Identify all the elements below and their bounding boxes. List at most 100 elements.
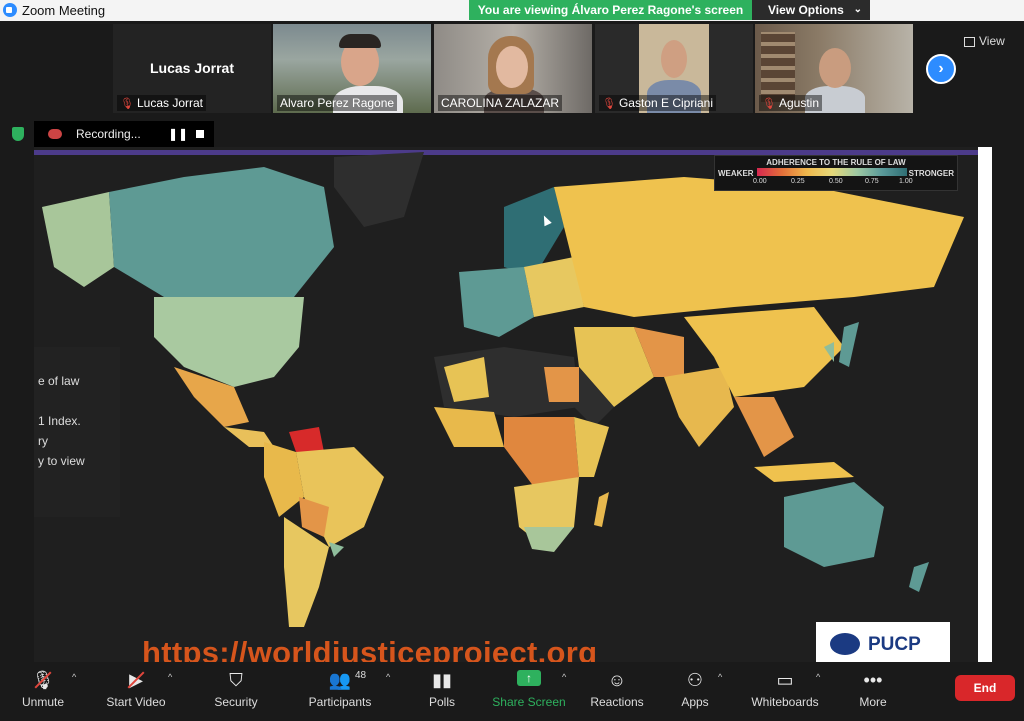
- participant-name-label: Alvaro Perez Ragone: [277, 95, 398, 111]
- map-region: [109, 167, 334, 307]
- start-video-button[interactable]: ▶ Start Video: [100, 662, 172, 721]
- map-region: [754, 462, 854, 482]
- security-button[interactable]: ⛉ Security: [206, 662, 266, 721]
- polls-label: Polls: [428, 695, 455, 709]
- more-button[interactable]: ••• More: [850, 662, 896, 721]
- map-legend: ADHERENCE TO THE RULE OF LAW WEAKER STRO…: [714, 155, 958, 191]
- participant-tile[interactable]: Alvaro Perez Ragone: [273, 24, 431, 113]
- emoji-smile-icon: ☺: [607, 670, 627, 690]
- share-screen-button[interactable]: ↑ Share Screen: [490, 662, 568, 721]
- participant-tile[interactable]: CAROLINA ZALAZAR: [434, 24, 592, 113]
- map-region: [839, 322, 859, 367]
- map-region: [296, 447, 384, 547]
- world-map: [42, 152, 964, 627]
- map-region: [594, 492, 609, 527]
- stop-recording-button[interactable]: [196, 130, 204, 138]
- slide-text-line: ry: [38, 434, 48, 448]
- map-region: [459, 267, 534, 337]
- mic-muted-icon: 🎙: [602, 98, 616, 110]
- legend-tick: 0.75: [865, 178, 879, 185]
- slide-url-text: https://worldjusticeproject.org: [142, 635, 598, 662]
- apps-label: Apps: [681, 695, 709, 709]
- reactions-button[interactable]: ☺ Reactions: [586, 662, 648, 721]
- legend-stronger-label: STRONGER: [908, 169, 954, 178]
- start-video-label: Start Video: [106, 695, 166, 709]
- polls-bar-chart-icon: ▮▮: [432, 670, 452, 690]
- participant-name-label: 🎙 Agustin: [759, 95, 822, 111]
- view-options-label: View Options: [768, 3, 844, 17]
- polls-button[interactable]: ▮▮ Polls: [416, 662, 468, 721]
- map-region: [734, 397, 794, 457]
- map-region: [524, 527, 574, 552]
- map-region: [504, 417, 579, 487]
- more-label: More: [859, 695, 887, 709]
- legend-tick: 0.50: [829, 178, 843, 185]
- bookshelf: [761, 32, 795, 102]
- map-region: [784, 482, 884, 567]
- view-options-button[interactable]: View Options ⌄: [752, 0, 870, 20]
- participants-label: Participants: [308, 695, 372, 709]
- map-region: [554, 177, 964, 317]
- shield-icon: ⛉: [229, 670, 243, 690]
- mic-muted-icon: 🎙: [120, 98, 134, 110]
- map-region: [574, 417, 609, 477]
- participants-options-caret-icon[interactable]: ^: [386, 672, 390, 682]
- security-shield-icon: [12, 127, 24, 141]
- participant-tile[interactable]: Lucas Jorrat 🎙 Lucas Jorrat: [113, 24, 271, 113]
- next-page-arrow-icon[interactable]: ›: [926, 54, 956, 84]
- reactions-label: Reactions: [590, 695, 644, 709]
- participant-face: [496, 46, 528, 88]
- map-region: [544, 367, 579, 402]
- participant-tile[interactable]: 🎙 Agustin: [755, 24, 913, 113]
- apps-button[interactable]: ⚇ Apps: [672, 662, 718, 721]
- participant-display-name: Lucas Jorrat: [149, 60, 235, 76]
- more-dots-icon: •••: [863, 670, 883, 690]
- map-region: [434, 407, 504, 447]
- audio-options-caret-icon[interactable]: ^: [72, 672, 76, 682]
- share-options-caret-icon[interactable]: ^: [562, 672, 566, 682]
- screen-share-banner: You are viewing Álvaro Perez Ragone's sc…: [469, 0, 752, 20]
- map-region: [42, 192, 114, 287]
- end-meeting-button[interactable]: End: [955, 675, 1015, 701]
- participant-name-label: 🎙 Gaston E Cipriani: [599, 95, 717, 111]
- recording-bar: Recording... ❚❚: [34, 121, 214, 147]
- meeting-toolbar: 🎙 Unmute ^ ▶ Start Video ^ ⛉ Security 👥 …: [0, 662, 1024, 721]
- slide-side-text-panel: e of law 1 Index. ry y to view: [34, 347, 120, 517]
- whiteboard-icon: ▭: [776, 670, 794, 690]
- legend-weaker-label: WEAKER: [718, 169, 754, 178]
- legend-gradient: [757, 168, 907, 176]
- map-region: [289, 427, 324, 452]
- pucp-logo-text: PUCP: [868, 634, 921, 655]
- legend-tick: 0.25: [791, 178, 805, 185]
- mic-muted-icon: 🎙: [762, 98, 776, 110]
- participants-button[interactable]: 👥 48 Participants: [302, 662, 378, 721]
- cloud-recording-icon: [48, 129, 62, 139]
- map-region: [664, 367, 734, 447]
- legend-tick: 0.00: [753, 178, 767, 185]
- slide-text-line: e of law: [38, 374, 80, 388]
- map-region: [909, 562, 929, 592]
- whiteboards-label: Whiteboards: [751, 695, 819, 709]
- shared-slide: e of law 1 Index. ry y to view ADHERENCE…: [34, 147, 978, 662]
- whiteboards-options-caret-icon[interactable]: ^: [816, 672, 820, 682]
- slide-text-line: y to view: [38, 454, 85, 468]
- map-region: [154, 297, 304, 387]
- unmute-button[interactable]: 🎙 Unmute: [12, 662, 74, 721]
- window-title: Zoom Meeting: [22, 3, 106, 18]
- participant-face: [661, 40, 687, 78]
- participant-tile[interactable]: 🎙 Gaston E Cipriani: [595, 24, 753, 113]
- share-screen-arrow-icon: ↑: [517, 670, 541, 686]
- view-button[interactable]: View: [964, 34, 1005, 48]
- participant-name-label: 🎙 Lucas Jorrat: [117, 95, 206, 111]
- pucp-emblem-icon: [830, 633, 860, 655]
- map-region: [329, 542, 344, 557]
- participant-face: [819, 48, 851, 88]
- participant-hair: [339, 34, 381, 48]
- whiteboards-button[interactable]: ▭ Whiteboards: [744, 662, 826, 721]
- participants-count-badge: 48: [355, 670, 367, 681]
- pucp-logo: PUCP: [816, 622, 950, 662]
- shared-screen: e of law 1 Index. ry y to view ADHERENCE…: [34, 147, 992, 662]
- video-options-caret-icon[interactable]: ^: [168, 672, 172, 682]
- pause-recording-button[interactable]: ❚❚: [168, 127, 188, 141]
- apps-options-caret-icon[interactable]: ^: [718, 672, 722, 682]
